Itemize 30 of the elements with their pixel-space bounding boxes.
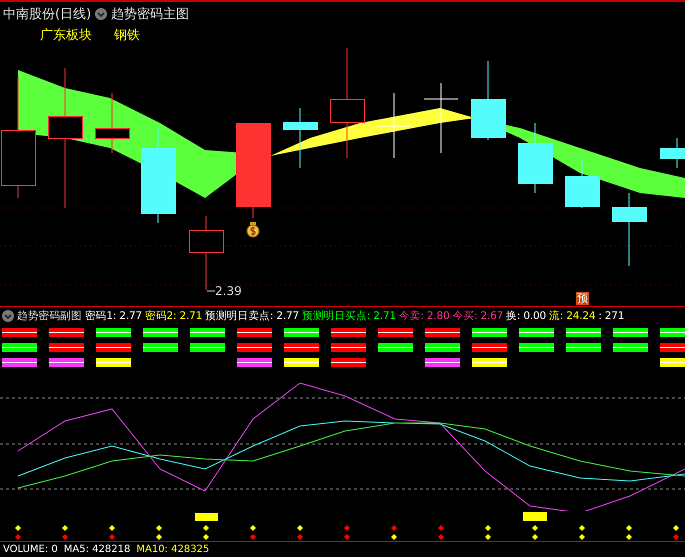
dropdown-icon[interactable] bbox=[2, 310, 14, 322]
volume-value: VOLUME: 0 bbox=[3, 544, 58, 554]
indicator-name[interactable]: 趋势密码主图 bbox=[111, 5, 190, 23]
indicator-value: 今卖: 2.80 bbox=[398, 309, 450, 323]
candlestick bbox=[518, 122, 553, 194]
stock-title: 中南股份(日线) bbox=[3, 6, 92, 23]
indicator-value: 今买: 2.67 bbox=[452, 309, 504, 323]
indicator-value: 换: 0.00 bbox=[506, 309, 546, 323]
indicator-value: : 271 bbox=[598, 310, 624, 322]
candlestick bbox=[283, 108, 318, 168]
low-price-label: 2.39 bbox=[215, 284, 242, 298]
candlestick bbox=[565, 158, 600, 208]
leader-line bbox=[206, 290, 216, 292]
indicator-value: 密码1: 2.77 bbox=[84, 309, 142, 323]
candlestick bbox=[95, 92, 130, 154]
candlestick bbox=[424, 82, 458, 154]
subchart-title[interactable]: 趋势密码副图 bbox=[17, 309, 82, 323]
candlestick bbox=[376, 92, 412, 158]
candlestick bbox=[660, 138, 685, 168]
indicator-value: 预测明日卖点: 2.77 bbox=[205, 309, 299, 323]
volume-value: MA10: 428325 bbox=[136, 544, 210, 554]
volume-value: MA5: 428218 bbox=[64, 544, 130, 554]
indicator-value: 密码2: 2.71 bbox=[144, 309, 202, 323]
indicator-value: 流: 24.24 bbox=[548, 309, 596, 323]
dropdown-icon[interactable] bbox=[95, 8, 108, 20]
money-bag-icon bbox=[246, 222, 260, 238]
sector-tag[interactable]: 钢铁 bbox=[114, 26, 140, 44]
indicator-value: 预测明日买点: 2.71 bbox=[302, 309, 396, 323]
forecast-badge: 预 bbox=[576, 292, 589, 305]
sector-tag[interactable]: 广东板块 bbox=[40, 26, 92, 44]
